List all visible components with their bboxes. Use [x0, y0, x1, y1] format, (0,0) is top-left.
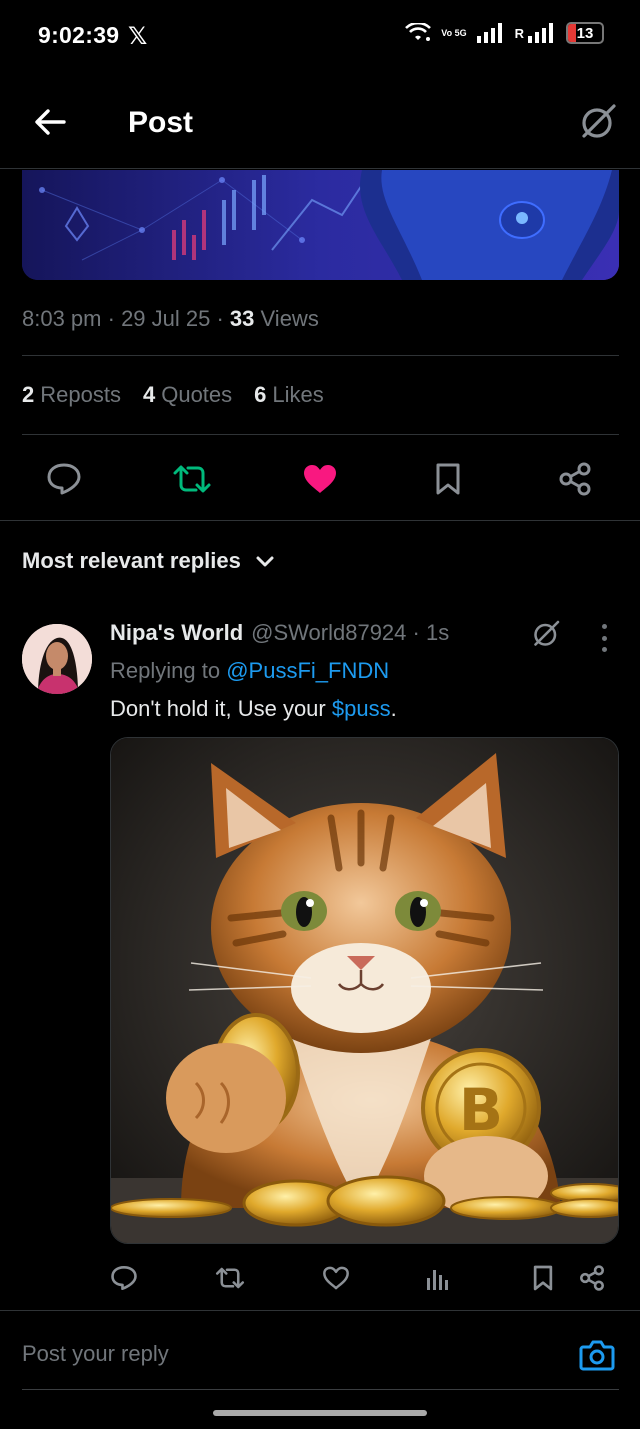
replies-sort-dropdown[interactable]: Most relevant replies: [22, 548, 275, 574]
bookmark-icon: [533, 1265, 553, 1291]
reply-grok-button[interactable]: [528, 616, 564, 652]
cat-with-coins-art: B: [111, 738, 618, 1243]
header: Post: [0, 72, 640, 169]
reply-header: Nipa's World @SWorld87924 · 1s: [110, 620, 449, 646]
heart-icon: [304, 465, 336, 493]
replying-to: Replying to @PussFi_FNDN: [110, 658, 389, 684]
cashtag-link[interactable]: $puss: [332, 696, 391, 721]
views-count: 33: [229, 306, 255, 331]
svg-text:B: B: [459, 1076, 503, 1144]
reply-views-button[interactable]: [420, 1260, 456, 1296]
comment-icon: [111, 1265, 137, 1291]
chevron-down-icon: [256, 556, 274, 567]
heart-outline-icon: [323, 1266, 349, 1290]
wifi-icon: [405, 23, 432, 41]
arrow-left-icon: [35, 109, 66, 135]
camera-button[interactable]: [578, 1337, 616, 1373]
page-title: Post: [128, 106, 194, 139]
reply-share-button[interactable]: [574, 1260, 610, 1296]
repost-icon: [173, 465, 211, 493]
dot-icon: [601, 624, 607, 629]
signal-icon-2: [528, 23, 553, 43]
replying-prefix: Replying to: [110, 658, 221, 683]
reposts-label: Reposts: [40, 382, 121, 407]
bookmark-icon: [436, 463, 460, 495]
reply-like-button[interactable]: [318, 1260, 354, 1296]
post-time: 8:03 pm: [22, 306, 102, 331]
camera-icon: [579, 1340, 615, 1371]
composer-underline: [22, 1389, 619, 1390]
status-icons: Vo 5G R 13: [405, 22, 604, 44]
avatar[interactable]: [22, 624, 92, 694]
battery-level: 13: [576, 24, 594, 42]
bookmark-button[interactable]: [425, 456, 471, 502]
comment-icon: [47, 463, 81, 495]
analytics-icon: [427, 1270, 448, 1290]
share-icon: [579, 1265, 605, 1291]
grok-icon: [582, 104, 616, 138]
x-logo-icon: 𝕏: [128, 23, 148, 50]
replies-sort-label: Most relevant replies: [22, 548, 241, 573]
like-button[interactable]: [297, 456, 343, 502]
likes-stat[interactable]: 6 Likes: [254, 382, 324, 408]
repost-button[interactable]: [169, 456, 215, 502]
quotes-count: 4: [142, 382, 156, 407]
reply-comment-button[interactable]: [106, 1260, 142, 1296]
post-meta: 8:03 pm · 29 Jul 25 · 33 Views: [22, 306, 319, 331]
status-bar: 9:02:39 𝕏 Vo 5G R 13: [0, 0, 640, 72]
dot-icon: [601, 647, 607, 652]
signal-icon: [476, 23, 502, 43]
likes-label: Likes: [272, 382, 324, 407]
reply-media-image[interactable]: B: [110, 737, 619, 1244]
grok-button[interactable]: [576, 100, 620, 144]
reply-composer: Post your reply: [0, 1310, 640, 1392]
divider: [22, 434, 619, 435]
grok-icon: [534, 620, 560, 646]
reply-age: 1s: [425, 620, 450, 645]
crypto-banner-art: [22, 170, 619, 280]
reposts-stat[interactable]: 2 Reposts: [22, 382, 121, 408]
divider: [0, 520, 640, 521]
repost-icon: [215, 1267, 245, 1289]
views-label: Views: [260, 306, 319, 331]
reply-text: Don't hold it, Use your $puss.: [110, 696, 397, 722]
reply-author-name[interactable]: Nipa's World: [110, 620, 243, 646]
avatar-portrait: [22, 624, 92, 694]
reply-repost-button[interactable]: [212, 1260, 248, 1296]
quotes-label: Quotes: [161, 382, 233, 407]
status-time: 9:02:39: [38, 22, 120, 48]
reply-bookmark-button[interactable]: [525, 1260, 561, 1296]
post-stats: 2 Reposts 4 Quotes 6 Likes: [22, 382, 324, 408]
likes-count: 6: [254, 382, 267, 407]
post-date: 29 Jul 25: [121, 306, 211, 331]
dot-icon: [601, 635, 607, 641]
reply-input[interactable]: Post your reply: [22, 1341, 169, 1367]
reply-handle-text: @SWorld87924: [251, 620, 407, 645]
roaming-label: R: [514, 25, 524, 41]
post-media-image[interactable]: [22, 170, 619, 280]
network-label: Vo 5G: [441, 27, 467, 38]
reply-text-after: .: [390, 696, 397, 721]
share-button[interactable]: [552, 456, 598, 502]
reply-text-before: Don't hold it, Use your: [110, 696, 332, 721]
reply-author-handle: @SWorld87924 · 1s: [251, 620, 450, 645]
divider: [22, 355, 619, 356]
share-icon: [559, 462, 591, 496]
back-button[interactable]: [30, 104, 70, 140]
replying-handle-link[interactable]: @PussFi_FNDN: [226, 658, 389, 683]
reply-action-bar: [104, 1260, 616, 1296]
reply-button[interactable]: [41, 456, 87, 502]
battery-icon: 13: [566, 22, 604, 44]
post-action-bar: [0, 456, 640, 502]
more-options-button[interactable]: [594, 624, 614, 652]
reposts-count: 2: [22, 382, 35, 407]
home-indicator[interactable]: [213, 1410, 427, 1416]
quotes-stat[interactable]: 4 Quotes: [143, 382, 232, 408]
